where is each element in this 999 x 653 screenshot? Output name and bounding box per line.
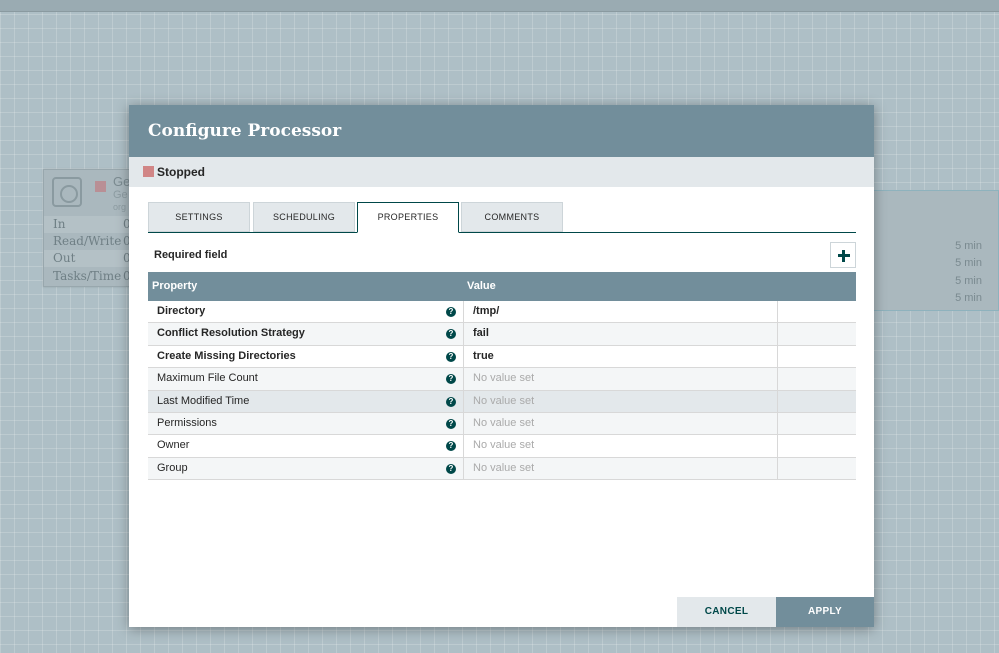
background-component-right: 5 min 5 min 5 min 5 min: [867, 190, 999, 311]
property-name: Owner: [157, 439, 189, 451]
processor-name: Ge: [113, 174, 130, 189]
property-value[interactable]: /tmp/: [473, 305, 499, 317]
dialog-title: Configure Processor: [148, 121, 341, 141]
property-value[interactable]: No value set: [473, 417, 534, 429]
table-row[interactable]: Permissions ? No value set: [148, 413, 856, 435]
cancel-button[interactable]: CANCEL: [677, 597, 776, 627]
table-row[interactable]: Owner ? No value set: [148, 435, 856, 457]
property-name: Last Modified Time: [157, 395, 249, 407]
property-value[interactable]: No value set: [473, 462, 534, 474]
column-header-property: Property: [152, 280, 197, 292]
property-value[interactable]: fail: [473, 327, 489, 339]
table-row[interactable]: Conflict Resolution Strategy ? fail: [148, 323, 856, 345]
stat-label: In: [53, 217, 65, 231]
help-icon[interactable]: ?: [446, 441, 456, 451]
tab-comments[interactable]: COMMENTS: [461, 202, 563, 232]
tab-scheduling[interactable]: SCHEDULING: [253, 202, 355, 232]
stat-label: Out: [53, 251, 75, 265]
add-property-button[interactable]: [830, 242, 856, 268]
property-value[interactable]: No value set: [473, 395, 534, 407]
stat-value: 5 min: [955, 275, 982, 287]
table-row[interactable]: Group ? No value set: [148, 458, 856, 480]
help-icon[interactable]: ?: [446, 419, 456, 429]
run-status: Stopped: [157, 165, 205, 179]
help-icon[interactable]: ?: [446, 464, 456, 474]
column-header-value: Value: [467, 280, 496, 292]
table-row[interactable]: Last Modified Time ? No value set: [148, 391, 856, 413]
tab-bar: SETTINGS SCHEDULING PROPERTIES COMMENTS: [148, 202, 856, 233]
table-header: Property Value: [148, 272, 856, 301]
processor-bundle: org: [113, 202, 126, 212]
stat-value: 5 min: [955, 292, 982, 304]
tab-settings[interactable]: SETTINGS: [148, 202, 250, 232]
property-name: Permissions: [157, 417, 217, 429]
top-toolbar: [0, 0, 999, 12]
property-name: Create Missing Directories: [157, 350, 296, 362]
table-row[interactable]: Directory ? /tmp/: [148, 301, 856, 323]
stat-label: Read/Write: [53, 234, 121, 248]
help-icon[interactable]: ?: [446, 329, 456, 339]
table-row[interactable]: Maximum File Count ? No value set: [148, 368, 856, 390]
stat-value: 5 min: [955, 257, 982, 269]
processor-icon: [52, 177, 82, 207]
stopped-icon: [95, 181, 106, 192]
help-icon[interactable]: ?: [446, 374, 456, 384]
property-value[interactable]: No value set: [473, 439, 534, 451]
status-bar: Stopped: [129, 157, 874, 187]
required-field-label: Required field: [154, 249, 227, 261]
stat-label: Tasks/Time: [53, 269, 121, 283]
properties-table: Property Value Directory ? /tmp/ Conflic…: [148, 272, 856, 480]
property-name: Conflict Resolution Strategy: [157, 327, 305, 339]
property-name: Maximum File Count: [157, 372, 258, 384]
help-icon[interactable]: ?: [446, 352, 456, 362]
dialog-header: Configure Processor: [129, 105, 874, 157]
property-name: Group: [157, 462, 188, 474]
help-icon[interactable]: ?: [446, 307, 456, 317]
property-value[interactable]: No value set: [473, 372, 534, 384]
property-value[interactable]: true: [473, 350, 494, 362]
table-row[interactable]: Create Missing Directories ? true: [148, 346, 856, 368]
configure-processor-dialog: Configure Processor Stopped SETTINGS SCH…: [129, 105, 874, 627]
property-name: Directory: [157, 305, 205, 317]
stopped-icon: [143, 166, 154, 177]
help-icon[interactable]: ?: [446, 397, 456, 407]
stat-value: 5 min: [955, 240, 982, 252]
processor-type: Ge: [113, 189, 128, 201]
apply-button[interactable]: APPLY: [776, 597, 874, 627]
tab-properties[interactable]: PROPERTIES: [357, 202, 459, 233]
